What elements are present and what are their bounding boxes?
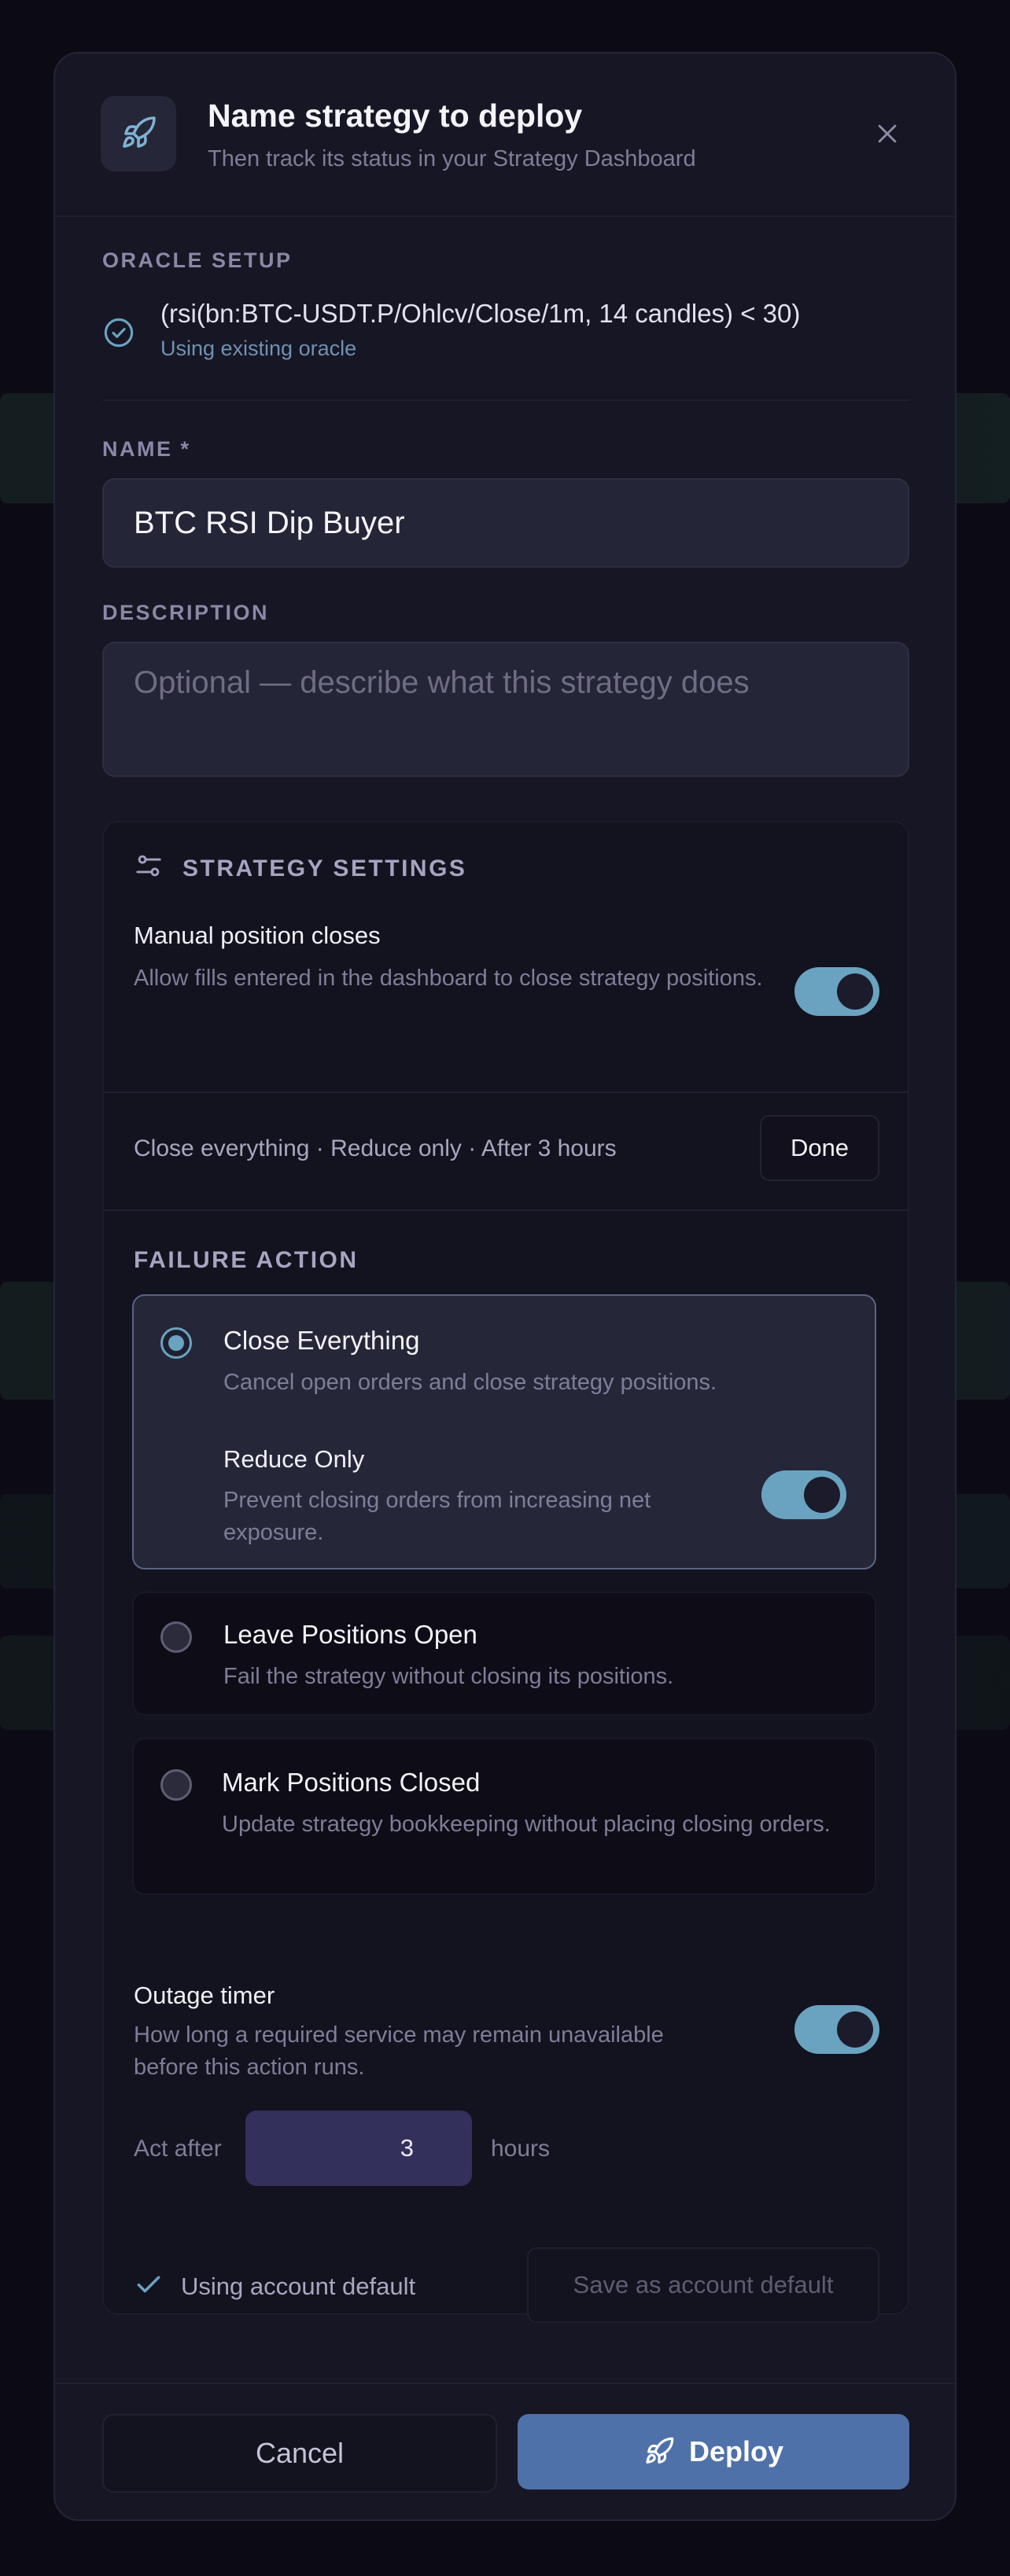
done-button[interactable]: Done — [760, 1115, 879, 1181]
manual-closes-title: Manual position closes — [134, 922, 381, 949]
option-description: Update strategy bookkeeping without plac… — [222, 1812, 831, 1837]
save-account-default-button[interactable]: Save as account default — [527, 2247, 879, 2323]
dialog-header: Name strategy to deploy Then track its s… — [55, 53, 955, 217]
strategy-settings-panel: STRATEGY SETTINGS Manual position closes… — [102, 821, 909, 2323]
outage-timer-title: Outage timer — [134, 1982, 275, 2009]
option-description: Fail the strategy without closing its po… — [223, 1664, 674, 1689]
failure-option-close-everything[interactable]: Close Everything Cancel open orders and … — [132, 1294, 876, 1570]
sliders-icon — [134, 851, 164, 885]
outage-timer-description: How long a required service may remain u… — [134, 2022, 664, 2080]
close-icon — [878, 124, 897, 143]
toggle-knob — [837, 973, 873, 1010]
radio-unselected[interactable] — [160, 1769, 192, 1801]
name-label: NAME * — [102, 437, 191, 461]
reduce-only-title: Reduce Only — [223, 1445, 365, 1473]
oracle-setup-label: ORACLE SETUP — [102, 248, 293, 272]
failure-option-mark-closed[interactable]: Mark Positions Closed Update strategy bo… — [132, 1738, 876, 1895]
settings-summary: Close everything · Reduce only · After 3… — [134, 1135, 617, 1161]
failure-option-leave-open[interactable]: Leave Positions Open Fail the strategy w… — [132, 1592, 876, 1716]
reduce-only-description: Prevent closing orders from increasing n… — [223, 1488, 651, 1545]
radio-selected[interactable] — [160, 1327, 192, 1359]
name-input[interactable] — [102, 478, 909, 568]
divider — [104, 1209, 908, 1211]
hours-unit-label: hours — [491, 2136, 551, 2162]
failure-action-label: FAILURE ACTION — [134, 1247, 359, 1273]
checkmark-icon — [134, 2269, 164, 2303]
hours-input[interactable] — [245, 2110, 472, 2186]
oracle-expression: (rsi(bn:BTC-USDT.P/Ohlcv/Close/1m, 14 ca… — [160, 299, 801, 328]
deploy-strategy-dialog: Name strategy to deploy Then track its s… — [53, 52, 957, 2521]
option-title: Leave Positions Open — [223, 1620, 477, 1649]
option-title: Close Everything — [223, 1326, 420, 1355]
radio-unselected[interactable] — [160, 1621, 192, 1653]
divider — [102, 399, 909, 401]
description-input[interactable] — [102, 642, 909, 777]
check-circle-icon — [102, 316, 135, 353]
rocket-icon — [646, 2437, 674, 2464]
reduce-only-toggle[interactable] — [761, 1470, 846, 1519]
outage-timer-toggle[interactable] — [794, 2005, 879, 2054]
dialog-subtitle: Then track its status in your Strategy D… — [208, 146, 696, 171]
option-title: Mark Positions Closed — [222, 1768, 481, 1797]
rocket-icon — [101, 96, 176, 171]
divider — [104, 1091, 908, 1093]
deploy-label: Deploy — [688, 2435, 784, 2467]
divider — [55, 2383, 955, 2384]
account-default-status: Using account default — [181, 2272, 416, 2300]
toggle-knob — [804, 1477, 840, 1513]
manual-closes-description: Allow fills entered in the dashboard to … — [134, 966, 763, 991]
manual-closes-toggle[interactable] — [794, 967, 879, 1016]
option-description: Cancel open orders and close strategy po… — [223, 1370, 717, 1395]
cancel-button[interactable]: Cancel — [102, 2414, 497, 2493]
dialog-title: Name strategy to deploy — [208, 98, 583, 134]
oracle-status: Using existing oracle — [160, 337, 357, 360]
strategy-settings-label: STRATEGY SETTINGS — [182, 856, 467, 881]
close-button[interactable] — [867, 113, 908, 154]
act-after-label: Act after — [134, 2136, 222, 2162]
description-label: DESCRIPTION — [102, 601, 270, 624]
deploy-button[interactable]: Deploy — [518, 2414, 909, 2490]
toggle-knob — [837, 2011, 873, 2048]
